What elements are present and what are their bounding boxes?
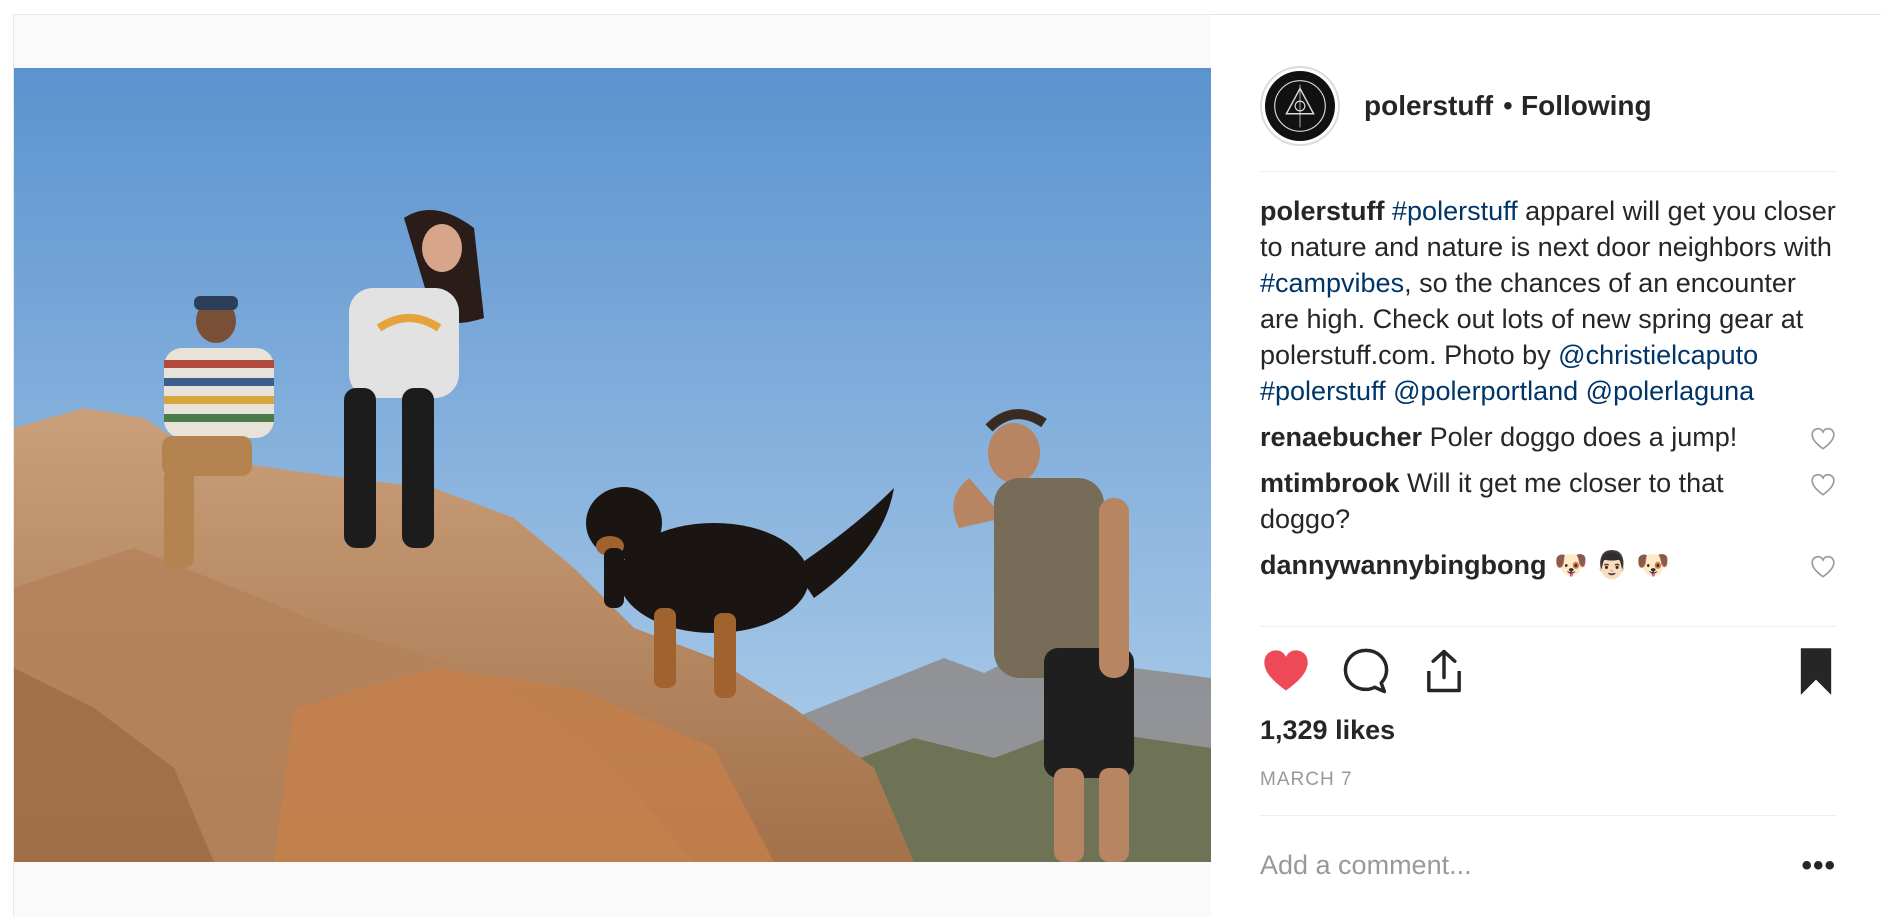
- caption-text: #polerstuff apparel will get you closer …: [1260, 196, 1836, 406]
- comment-username[interactable]: mtimbrook: [1260, 468, 1400, 498]
- caption-text-segment: [1578, 376, 1586, 406]
- more-options-icon[interactable]: •••: [1801, 849, 1836, 883]
- heart-outline-icon[interactable]: [1810, 427, 1836, 451]
- follow-status-button[interactable]: Following: [1521, 90, 1652, 122]
- comment-username[interactable]: renaebucher: [1260, 422, 1422, 452]
- caption-text-segment: [1386, 376, 1394, 406]
- caption-tag-link[interactable]: @polerlaguna: [1586, 376, 1755, 406]
- caption-username[interactable]: polerstuff: [1260, 196, 1385, 226]
- comment-text: Poler doggo does a jump!: [1429, 422, 1738, 452]
- avatar[interactable]: [1260, 66, 1340, 146]
- post-author-username[interactable]: polerstuff: [1364, 90, 1493, 122]
- instagram-post: polerstuff • Following polerstuff #poler…: [13, 14, 1882, 917]
- action-bar: [1260, 645, 1836, 705]
- follow-separator: •: [1503, 90, 1513, 121]
- post-photo[interactable]: [14, 68, 1211, 862]
- comment-input-divider: [1260, 815, 1836, 816]
- caption-tag-link[interactable]: #polerstuff: [1392, 196, 1518, 226]
- heart-outline-icon[interactable]: [1810, 555, 1836, 579]
- comment-bubble-icon[interactable]: [1340, 645, 1392, 697]
- comments-list: polerstuff #polerstuff apparel will get …: [1260, 193, 1836, 626]
- caption-tag-link[interactable]: #campvibes: [1260, 268, 1404, 298]
- poler-logo-icon: [1265, 71, 1335, 141]
- caption-tag-link[interactable]: #polerstuff: [1260, 376, 1386, 406]
- comment-row: renaebucher Poler doggo does a jump!: [1260, 419, 1836, 455]
- post-header: polerstuff • Following: [1260, 52, 1836, 172]
- post-date[interactable]: MARCH 7: [1260, 769, 1353, 791]
- caption-tag-link[interactable]: @polerportland: [1393, 376, 1578, 406]
- heart-outline-icon[interactable]: [1810, 473, 1836, 497]
- add-comment-input[interactable]: [1260, 845, 1760, 885]
- comment-text: 🐶 👨🏻 🐶: [1554, 550, 1670, 580]
- heart-filled-icon[interactable]: [1260, 645, 1312, 697]
- photo-illustration: [14, 68, 1211, 862]
- likes-count[interactable]: 1,329 likes: [1260, 715, 1395, 746]
- caption-tag-link[interactable]: @christielcaputo: [1558, 340, 1758, 370]
- post-details-panel: polerstuff • Following polerstuff #poler…: [1211, 15, 1882, 917]
- add-comment-bar: •••: [1260, 835, 1836, 895]
- comment-username[interactable]: dannywannybingbong: [1260, 550, 1546, 580]
- post-caption: polerstuff #polerstuff apparel will get …: [1260, 193, 1836, 409]
- comment-row: dannywannybingbong 🐶 👨🏻 🐶: [1260, 547, 1836, 583]
- share-upload-icon[interactable]: [1418, 645, 1470, 697]
- comment-row: mtimbrook Will it get me closer to that …: [1260, 465, 1836, 537]
- media-panel: [14, 15, 1211, 917]
- actions-divider: [1260, 626, 1836, 627]
- bookmark-filled-icon[interactable]: [1790, 645, 1842, 697]
